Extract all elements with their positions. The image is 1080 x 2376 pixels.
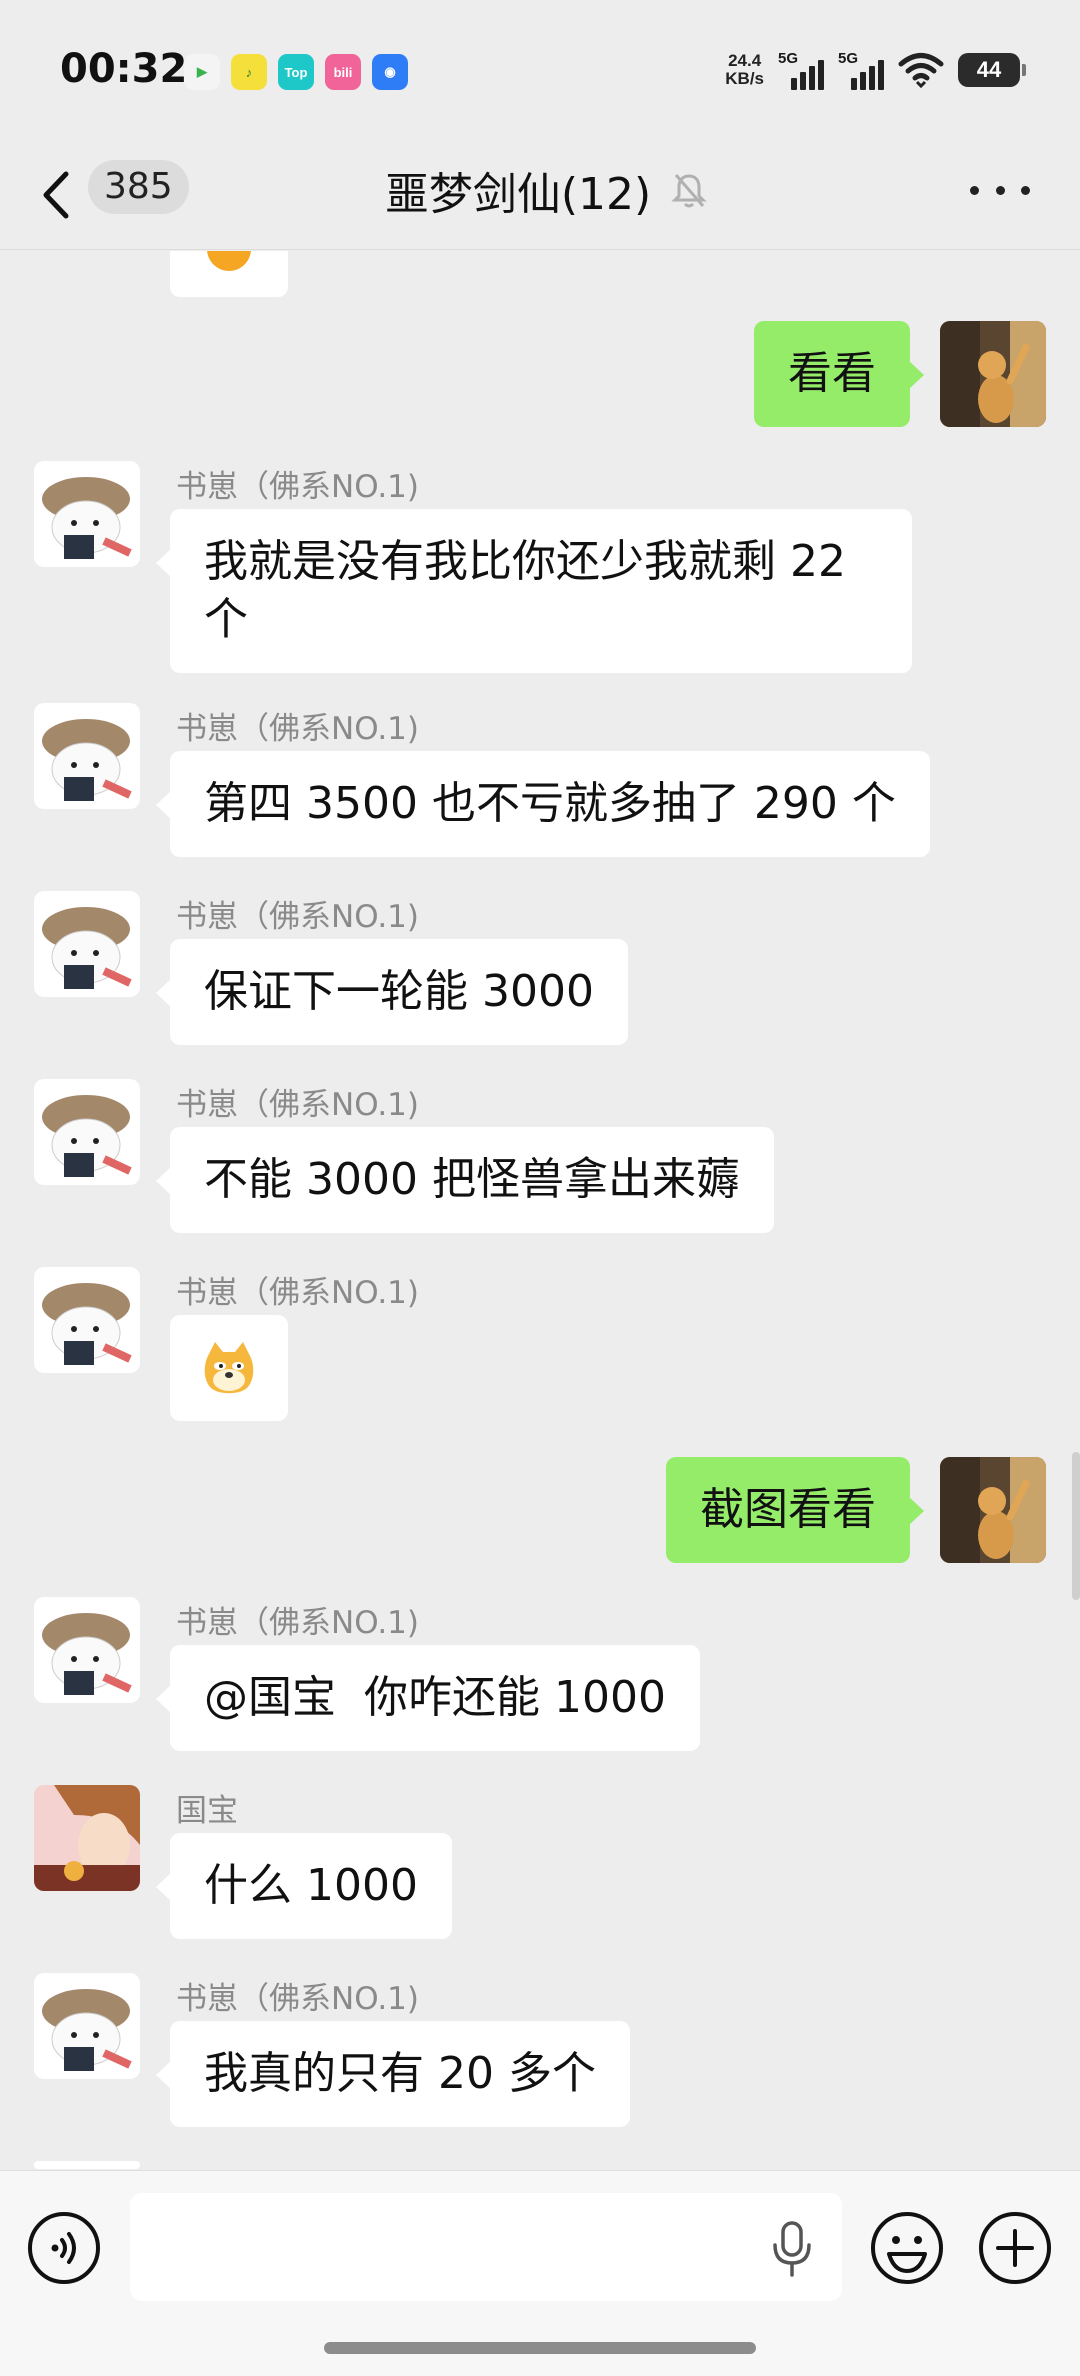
message-item: 书崽（佛系NO.1) 我就是没有我比你还少我就剩 22 个	[0, 461, 1080, 673]
status-bar: 00:32 ▶ ♪ Top bili ◉ 24.4 KB/s 5G 5G 44	[0, 0, 1080, 140]
sender-name: 书崽（佛系NO.1)	[176, 899, 420, 935]
message-bubble[interactable]: 不能 3000 把怪兽拿出来薅	[156, 1127, 774, 1233]
bear-detective-avatar-icon	[34, 1267, 140, 1373]
smiley-face-icon	[871, 2212, 943, 2284]
sender-avatar[interactable]	[34, 461, 140, 567]
more-functions-button[interactable]	[978, 2211, 1052, 2285]
plus-circle-icon	[979, 2212, 1051, 2284]
sender-name: 国宝	[176, 1793, 238, 1829]
message-list[interactable]: 看看 书崽（佛系NO.1) 我就是没有我比你还少我就剩 22 个 书崽（佛系NO…	[0, 251, 1080, 2169]
emoji-button[interactable]	[870, 2211, 944, 2285]
chat-title: 噩梦剑仙(12)	[384, 169, 652, 220]
home-indicator[interactable]	[324, 2342, 756, 2354]
sender-avatar-partial[interactable]	[34, 2161, 140, 2169]
top-app-icon: Top	[278, 54, 314, 90]
music-app-icon: ♪	[231, 54, 267, 90]
bear-detective-avatar-icon	[34, 1973, 140, 2079]
message-bubble[interactable]: 我就是没有我比你还少我就剩 22 个	[156, 509, 912, 673]
bilibili-app-icon: bili	[325, 54, 361, 90]
sender-name: 书崽（佛系NO.1)	[176, 1275, 420, 1311]
sender-avatar[interactable]	[34, 1597, 140, 1703]
chat-title-bar: 噩梦剑仙(12)	[0, 158, 1080, 222]
video-app-icon: ▶	[184, 54, 220, 90]
message-bubble[interactable]: 我真的只有 20 多个	[156, 2021, 630, 2127]
browser-app-icon: ◉	[372, 54, 408, 90]
status-time: 00:32	[60, 46, 188, 92]
message-item: 国宝 什么 1000	[0, 1785, 1080, 1945]
microphone-icon	[773, 2221, 811, 2277]
sender-name: 书崽（佛系NO.1)	[176, 469, 420, 505]
sender-avatar[interactable]	[34, 891, 140, 997]
message-input[interactable]	[130, 2193, 842, 2301]
more-options-button[interactable]	[970, 170, 1030, 210]
anime-boy-avatar-icon	[34, 1785, 140, 1891]
status-indicators: 24.4 KB/s 5G 5G 44	[725, 50, 1026, 90]
sender-avatar[interactable]	[34, 1079, 140, 1185]
bear-detective-avatar-icon	[34, 703, 140, 809]
sender-name: 书崽（佛系NO.1)	[176, 711, 420, 747]
scrollbar[interactable]	[1072, 1452, 1080, 1600]
notification-app-icons: ▶ ♪ Top bili ◉	[184, 54, 408, 90]
dot-icon	[970, 185, 979, 195]
message-bubble[interactable]: 第四 3500 也不亏就多抽了 290 个	[156, 751, 930, 857]
bear-detective-avatar-icon	[34, 1079, 140, 1185]
voice-wave-icon	[28, 2212, 100, 2284]
doge-emoji-icon	[204, 1342, 254, 1394]
mic-button[interactable]	[770, 2221, 814, 2277]
message-bubble-self[interactable]: 看看	[754, 321, 924, 427]
sender-avatar[interactable]	[34, 703, 140, 809]
battery-icon: 44	[958, 53, 1026, 87]
dot-icon	[995, 185, 1005, 195]
message-bubble[interactable]: 保证下一轮能 3000	[156, 939, 628, 1045]
wifi-icon	[898, 53, 944, 89]
voice-input-button[interactable]	[27, 2211, 101, 2285]
message-bubble[interactable]: @国宝 你咋还能 1000	[156, 1645, 700, 1751]
cat-photo-avatar-icon	[940, 321, 1046, 427]
sender-avatar[interactable]	[34, 1267, 140, 1373]
message-item: 书崽（佛系NO.1) 保证下一轮能 3000	[0, 891, 1080, 1051]
message-bubble-self[interactable]: 截图看看	[666, 1457, 924, 1563]
bear-detective-avatar-icon	[34, 461, 140, 567]
network-speed: 24.4 KB/s	[725, 51, 764, 88]
chat-header: 385 噩梦剑仙(12)	[0, 140, 1080, 250]
sender-name: 书崽（佛系NO.1)	[176, 1605, 420, 1641]
bear-detective-avatar-icon	[34, 1597, 140, 1703]
message-item: 书崽（佛系NO.1) @国宝 你咋还能 1000	[0, 1597, 1080, 1757]
bear-detective-avatar-icon	[34, 891, 140, 997]
message-bubble[interactable]: 什么 1000	[156, 1833, 452, 1939]
message-item: 截图看看	[0, 1457, 1080, 1567]
message-item: 书崽（佛系NO.1)	[0, 1267, 1080, 1427]
dot-icon	[1021, 185, 1030, 195]
emoji-message[interactable]	[170, 1315, 288, 1421]
message-item: 看看	[0, 321, 1080, 431]
mute-bell-icon	[671, 174, 707, 208]
sender-avatar[interactable]	[34, 1785, 140, 1891]
message-item: 书崽（佛系NO.1) 第四 3500 也不亏就多抽了 290 个	[0, 703, 1080, 863]
message-item: 书崽（佛系NO.1) 不能 3000 把怪兽拿出来薅	[0, 1079, 1080, 1239]
cat-photo-avatar-icon	[940, 1457, 1046, 1563]
sender-name: 书崽（佛系NO.1)	[176, 1981, 420, 2017]
emoji-icon	[207, 251, 251, 271]
self-avatar[interactable]	[940, 1457, 1046, 1563]
self-avatar[interactable]	[940, 321, 1046, 427]
message-item: 书崽（佛系NO.1) 我真的只有 20 多个	[0, 1973, 1080, 2133]
sender-name: 书崽（佛系NO.1)	[176, 1087, 420, 1123]
emoji-message-partial[interactable]	[170, 251, 288, 297]
sender-avatar[interactable]	[34, 1973, 140, 2079]
signal-strength-icon-2: 5G	[838, 50, 884, 90]
signal-strength-icon: 5G	[778, 50, 824, 90]
